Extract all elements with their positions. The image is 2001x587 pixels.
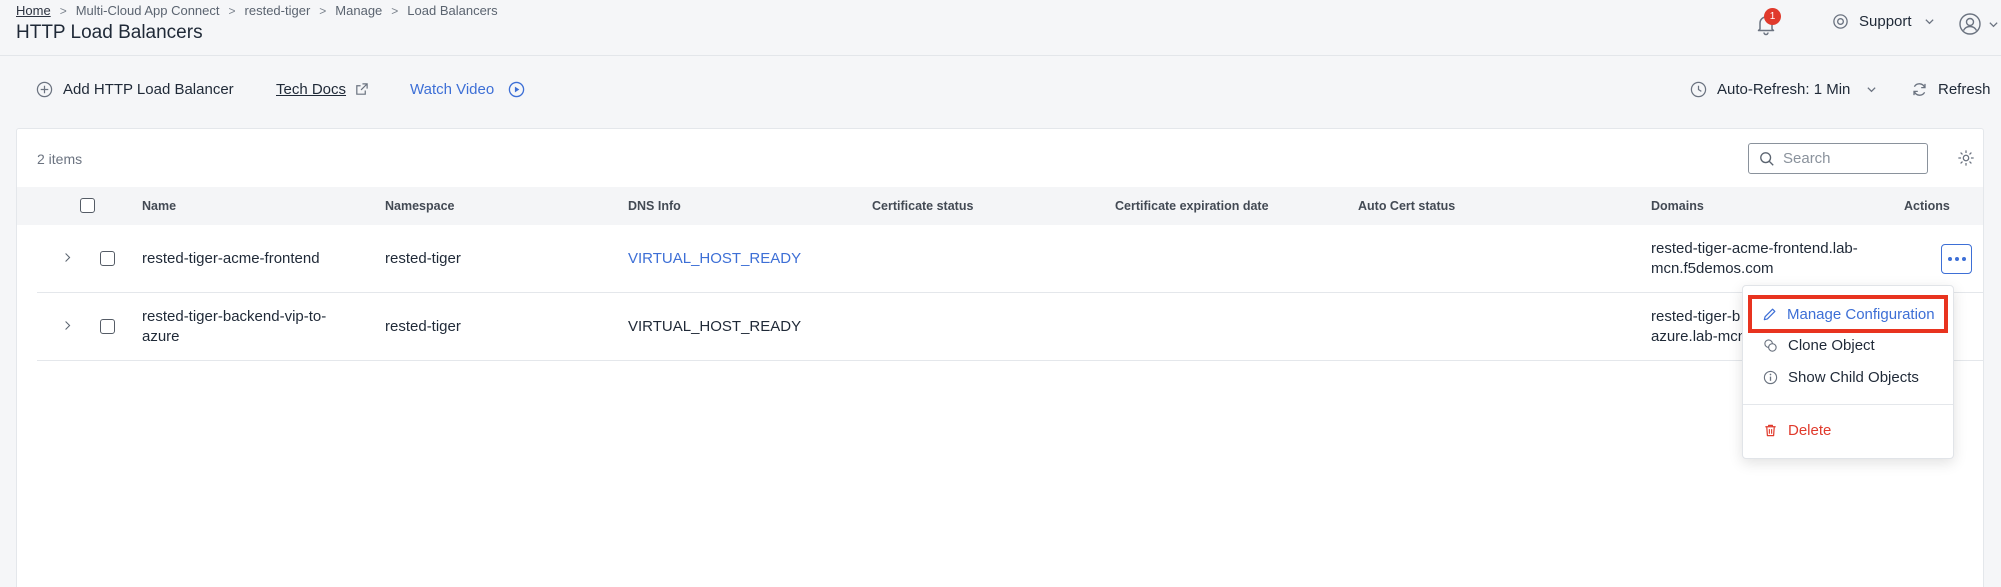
- row-name[interactable]: rested-tiger-backend-vip-to- azure: [142, 307, 326, 347]
- refresh-button[interactable]: Refresh: [1911, 81, 1991, 98]
- column-header-certificate-expiration[interactable]: Certificate expiration date: [1115, 199, 1269, 213]
- row-checkbox[interactable]: [100, 319, 115, 334]
- delete-menu-item[interactable]: Delete: [1743, 416, 1953, 444]
- chevron-down-icon: [1924, 19, 1934, 25]
- refresh-icon: [1913, 83, 1926, 96]
- breadcrumb-separator: >: [319, 3, 327, 18]
- watch-video-link[interactable]: Watch Video: [410, 81, 525, 98]
- menu-divider: [1743, 404, 1953, 405]
- support-label: Support: [1859, 13, 1912, 30]
- search-box[interactable]: [1748, 143, 1928, 174]
- breadcrumb-separator: >: [228, 3, 236, 18]
- user-menu[interactable]: [1958, 12, 1999, 36]
- row-domains-line: mcn.f5demos.com: [1651, 260, 1774, 277]
- page-title: HTTP Load Balancers: [16, 22, 203, 43]
- column-header-name[interactable]: Name: [142, 199, 176, 213]
- refresh-label: Refresh: [1938, 81, 1991, 98]
- row-domains-line: rested-tiger-b: [1651, 308, 1741, 325]
- clock-icon: [1690, 81, 1707, 98]
- row-checkbox[interactable]: [100, 251, 115, 266]
- row-actions-menu: Manage Configuration Clone Object Show C…: [1742, 285, 1954, 459]
- add-button-label: Add HTTP Load Balancer: [63, 81, 234, 98]
- chevron-down-icon: [1989, 21, 1998, 27]
- info-icon: [1763, 370, 1778, 384]
- items-count: 2 items: [37, 151, 83, 167]
- breadcrumb: Home > Multi-Cloud App Connect > rested-…: [16, 3, 498, 18]
- row-actions-button[interactable]: [1941, 244, 1972, 274]
- row-name-line: azure: [142, 328, 180, 345]
- table-row: rested-tiger-acme-frontend rested-tiger …: [37, 225, 1983, 293]
- breadcrumb-separator: >: [391, 3, 399, 18]
- search-icon: [1760, 151, 1774, 166]
- breadcrumb-home-link[interactable]: Home: [16, 3, 51, 18]
- page-header: Home > Multi-Cloud App Connect > rested-…: [0, 0, 2001, 56]
- load-balancers-table-panel: 2 items Name Namespace DNS Info Certific…: [16, 128, 1984, 587]
- support-menu[interactable]: Support: [1832, 13, 1935, 30]
- add-http-load-balancer-button[interactable]: Add HTTP Load Balancer: [36, 81, 234, 98]
- table-header: Name Namespace DNS Info Certificate stat…: [17, 187, 1983, 225]
- breadcrumb-item-manage[interactable]: Manage: [335, 3, 382, 18]
- select-all-checkbox[interactable]: [80, 198, 95, 213]
- row-name[interactable]: rested-tiger-acme-frontend: [142, 249, 320, 269]
- user-avatar-icon: [1959, 13, 1981, 35]
- show-child-objects-menu-item[interactable]: Show Child Objects: [1743, 363, 1953, 391]
- breadcrumb-separator: >: [59, 3, 67, 18]
- manage-configuration-label: Manage Configuration: [1787, 305, 1935, 323]
- plus-circle-icon: [36, 81, 53, 98]
- row-dns-info-link[interactable]: VIRTUAL_HOST_READY: [628, 249, 801, 269]
- manage-configuration-menu-item[interactable]: Manage Configuration: [1748, 295, 1948, 333]
- trash-icon: [1765, 424, 1776, 436]
- column-header-actions: Actions: [1904, 199, 1950, 213]
- support-lifebuoy-icon: [1833, 14, 1848, 29]
- breadcrumb-item-multi-cloud[interactable]: Multi-Cloud App Connect: [76, 3, 220, 18]
- toolbar: Add HTTP Load Balancer Tech Docs Watch V…: [0, 56, 2001, 128]
- clone-object-menu-item[interactable]: Clone Object: [1743, 331, 1953, 359]
- column-header-namespace[interactable]: Namespace: [385, 199, 455, 213]
- auto-refresh-label: Auto-Refresh: 1 Min: [1717, 81, 1851, 98]
- delete-label: Delete: [1788, 421, 1832, 439]
- pencil-icon: [1763, 308, 1776, 320]
- column-header-auto-cert-status[interactable]: Auto Cert status: [1358, 199, 1455, 213]
- chevron-right-icon[interactable]: [64, 251, 72, 264]
- table-row: rested-tiger-backend-vip-to- azure reste…: [37, 293, 1983, 361]
- show-child-objects-label: Show Child Objects: [1788, 368, 1919, 386]
- clone-icon: [1764, 338, 1777, 352]
- external-link-icon: [356, 83, 368, 95]
- table-settings-gear-icon[interactable]: [1957, 149, 1975, 167]
- notification-badge: 1: [1764, 8, 1781, 25]
- play-circle-icon: [508, 81, 525, 98]
- row-namespace: rested-tiger: [385, 250, 461, 267]
- chevron-right-icon[interactable]: [64, 319, 72, 332]
- row-domains-line: rested-tiger-acme-frontend.lab-: [1651, 240, 1858, 257]
- breadcrumb-item-namespace[interactable]: rested-tiger: [245, 3, 311, 18]
- chevron-down-icon: [1867, 87, 1877, 93]
- auto-refresh-dropdown[interactable]: Auto-Refresh: 1 Min: [1690, 81, 1877, 98]
- watch-video-label: Watch Video: [410, 81, 495, 98]
- column-header-domains[interactable]: Domains: [1651, 199, 1704, 213]
- row-domains: rested-tiger-acme-frontend.lab- mcn.f5de…: [1651, 239, 1858, 279]
- tech-docs-label: Tech Docs: [276, 81, 347, 98]
- clone-object-label: Clone Object: [1788, 336, 1875, 354]
- row-domains-line: azure.lab-mcn: [1651, 328, 1747, 345]
- column-header-dns-info[interactable]: DNS Info: [628, 199, 681, 213]
- row-dns-info: VIRTUAL_HOST_READY: [628, 318, 802, 335]
- row-namespace: rested-tiger: [385, 318, 461, 335]
- tech-docs-link[interactable]: Tech Docs: [276, 81, 369, 98]
- column-header-certificate-status[interactable]: Certificate status: [872, 199, 973, 213]
- search-input[interactable]: [1783, 150, 1913, 167]
- breadcrumb-item-load-balancers: Load Balancers: [407, 3, 498, 18]
- row-name-line: rested-tiger-backend-vip-to-: [142, 308, 327, 325]
- row-domains: rested-tiger-b azure.lab-mcn: [1651, 307, 1746, 347]
